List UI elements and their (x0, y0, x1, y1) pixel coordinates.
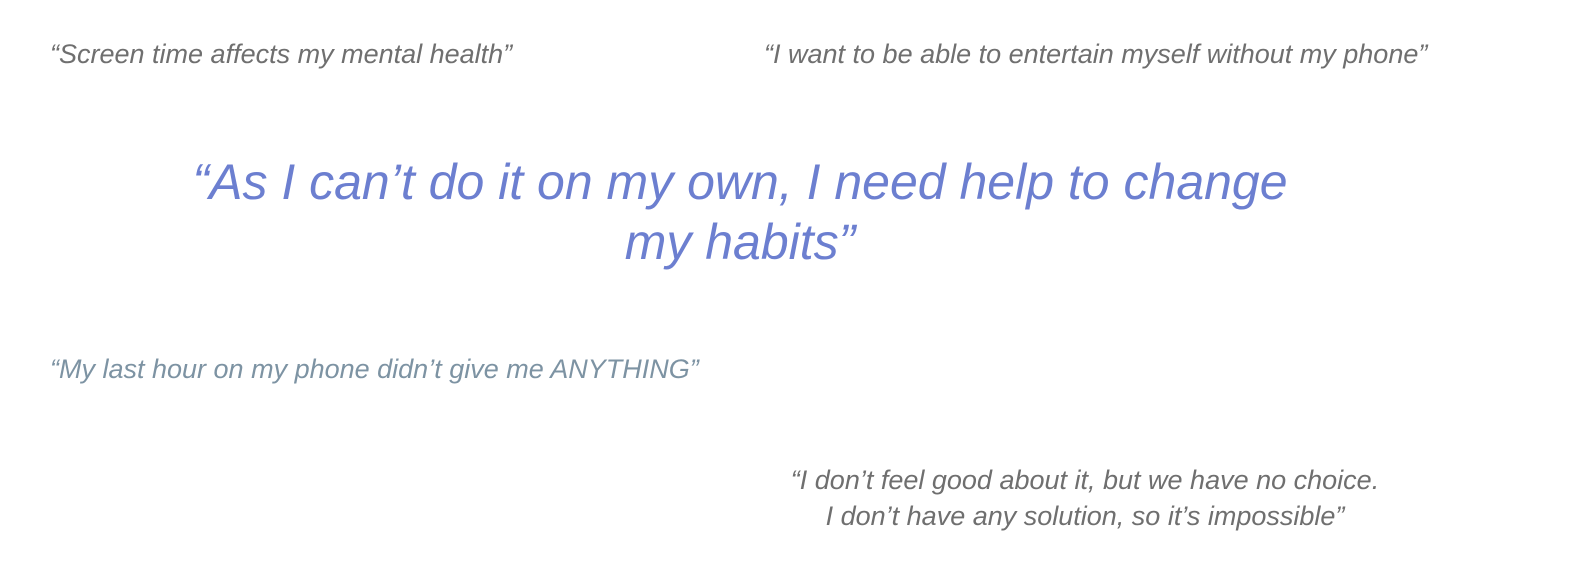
quote-screen-time: “Screen time affects my mental health” (50, 39, 513, 69)
quote-no-choice-line-1: “I don’t feel good about it, but we have… (790, 465, 1380, 495)
quote-entertain: “I want to be able to entertain myself w… (764, 39, 1428, 69)
quote-no-choice: “I don’t feel good about it, but we have… (740, 462, 1430, 534)
quote-main: “As I can’t do it on my own, I need help… (160, 152, 1320, 272)
quote-last-hour: “My last hour on my phone didn’t give me… (50, 354, 699, 384)
quote-main-line-1: “As I can’t do it on my own, I need help… (192, 154, 1288, 210)
quote-no-choice-line-2: I don’t have any solution, so it’s impos… (825, 501, 1345, 531)
quote-main-line-2: my habits” (624, 214, 856, 270)
